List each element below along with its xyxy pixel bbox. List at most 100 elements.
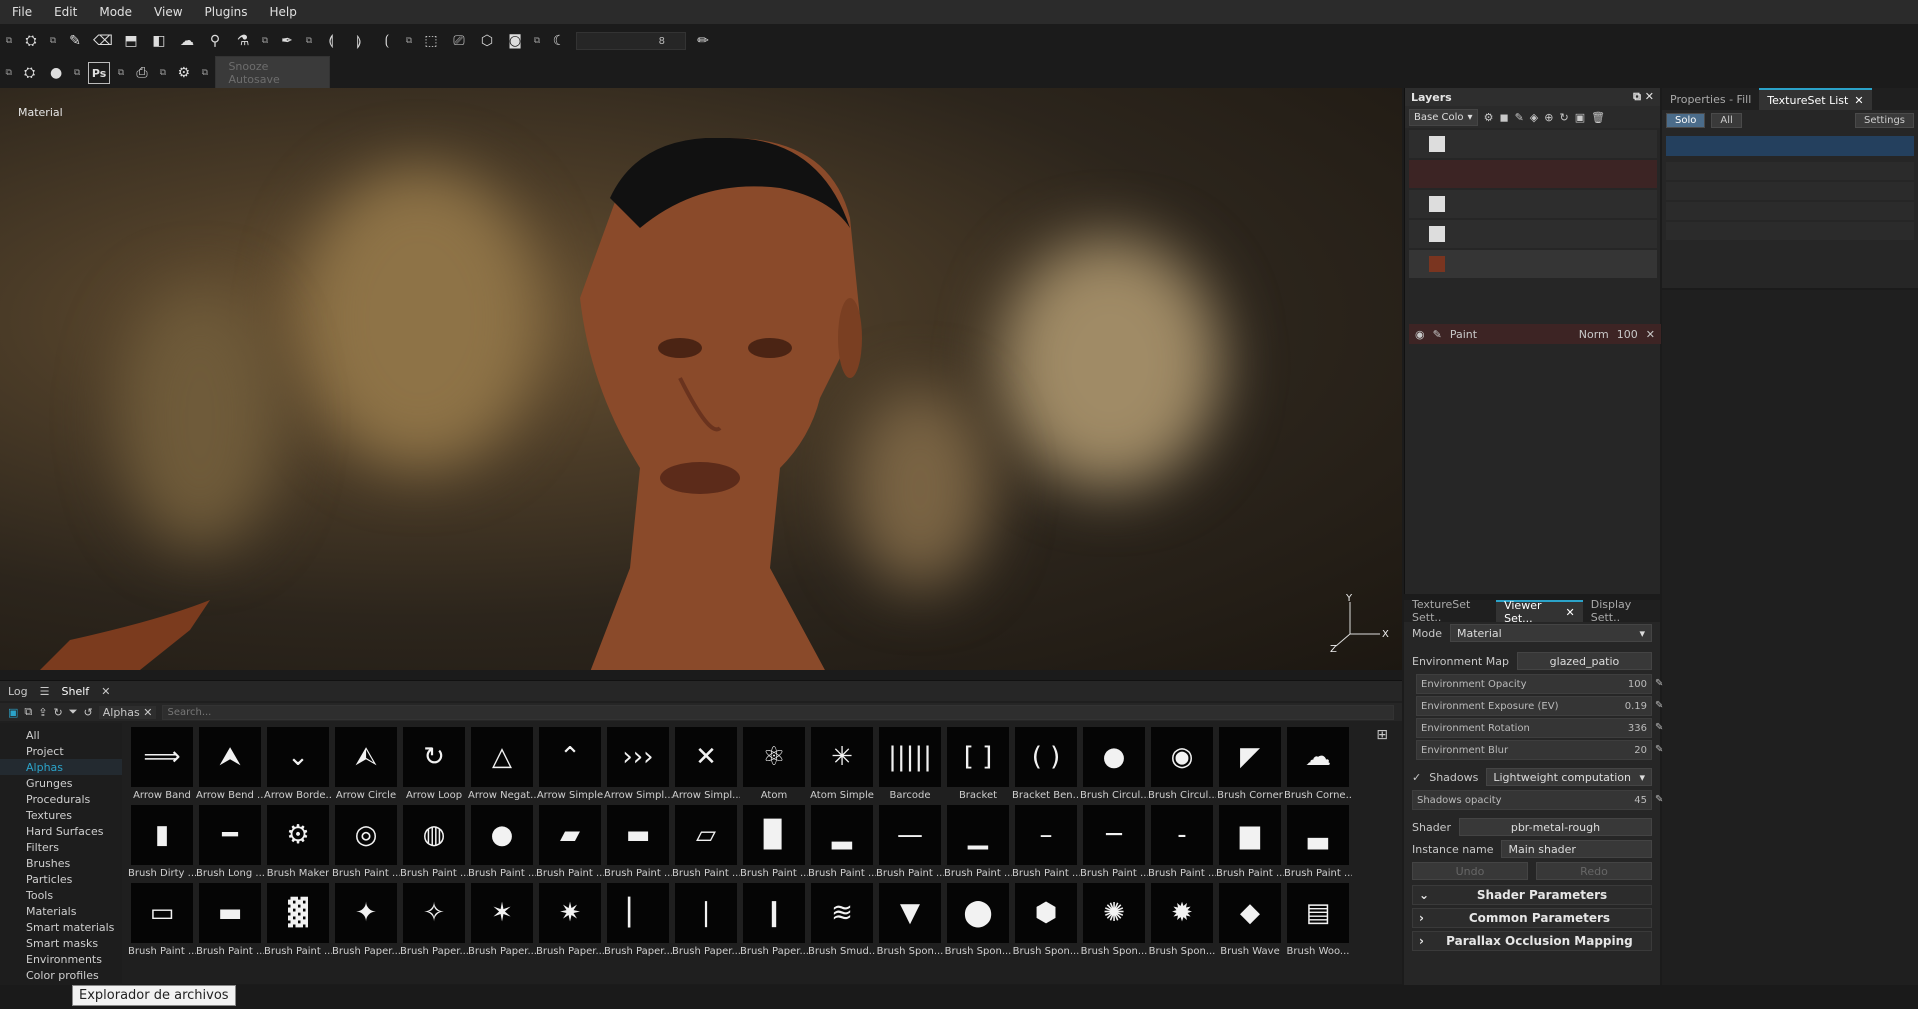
instance-name-field[interactable]: Main shader — [1501, 840, 1652, 858]
shelf-item[interactable]: ◆ Brush Wave — [1216, 883, 1284, 961]
trash-icon[interactable]: 🗑 — [1591, 111, 1605, 124]
add-fill-icon[interactable]: ◈ — [1530, 111, 1538, 124]
category-item[interactable]: Procedurals — [0, 791, 122, 807]
settings-icon[interactable]: ⚙ — [174, 62, 195, 84]
eraser-icon[interactable]: ⌫ — [92, 30, 114, 52]
shelf-item[interactable]: ▰ Brush Paint ... — [536, 805, 604, 883]
checkbox-icon[interactable]: ✓ — [1412, 771, 1421, 784]
shelf-item[interactable]: ❙ Brush Paper... — [740, 883, 808, 961]
tab-textureset-settings[interactable]: TextureSet Sett.. — [1404, 598, 1496, 624]
shelf-item[interactable]: ◤ Brush Corner — [1216, 727, 1284, 805]
cube-icon[interactable]: ⬡ — [476, 30, 498, 52]
shelf-item[interactable]: ⌄ Arrow Borde... — [264, 727, 332, 805]
menu-plugins[interactable]: Plugins — [205, 5, 248, 19]
material-picker-icon[interactable]: ⚗ — [232, 30, 254, 52]
filter-icon[interactable]: ⏷ — [69, 705, 78, 719]
layer-row[interactable] — [1409, 160, 1657, 188]
add-paint-icon[interactable]: ✎ — [1515, 111, 1524, 124]
all-button[interactable]: All — [1711, 112, 1742, 128]
tab-log[interactable]: Log — [8, 685, 28, 698]
category-item[interactable]: Tools — [0, 887, 122, 903]
symmetry-axis-icon[interactable]: ⟮ — [376, 30, 398, 52]
refresh-icon[interactable]: ↻ — [53, 706, 62, 719]
logo-icon[interactable]: ⛭ — [20, 30, 42, 52]
expand-icon[interactable]: ⧉ — [404, 30, 414, 52]
paint-brush-icon[interactable]: ✎ — [64, 30, 86, 52]
add-layer-icon[interactable]: ⊕ — [1544, 111, 1553, 124]
env-map-selector[interactable]: glazed_patio — [1516, 652, 1652, 670]
shelf-item[interactable]: ▓ Brush Paint ... — [264, 883, 332, 961]
shelf-item[interactable]: ◉ Brush Circul... — [1148, 727, 1216, 805]
refresh-icon[interactable]: ↻ — [1559, 111, 1568, 124]
sphere-icon[interactable]: ● — [46, 62, 67, 84]
menu-help[interactable]: Help — [270, 5, 297, 19]
shelf-item[interactable]: ▂ Brush Paint ... — [808, 805, 876, 883]
reset-icon[interactable]: ↺ — [84, 706, 93, 719]
shelf-item[interactable]: ✕ Arrow Simpl... — [672, 727, 740, 805]
shelf-item[interactable]: ↻ Arrow Loop — [400, 727, 468, 805]
pencil-icon[interactable]: ✎ — [1655, 678, 1667, 690]
env-rotation-slider[interactable]: Environment Rotation 336 ✎ — [1416, 718, 1663, 738]
shelf-item[interactable]: ▁ Brush Paint ... — [944, 805, 1012, 883]
pencil-icon[interactable]: ✎ — [1655, 722, 1667, 734]
shelf-item[interactable]: ▃ Brush Paint ... — [1284, 805, 1352, 883]
env-exposure-slider[interactable]: Environment Exposure (EV) 0.19 ✎ — [1416, 696, 1663, 716]
shelf-item[interactable]: ▏ Brush Paper... — [604, 883, 672, 961]
close-icon[interactable]: ✕ — [101, 685, 110, 698]
popout-icon[interactable]: ⧉ — [1633, 90, 1641, 103]
shelf-item[interactable]: ✹ Brush Spon... — [1148, 883, 1216, 961]
import-icon[interactable]: ⇪ — [38, 706, 47, 719]
expand-icon[interactable]: ⧉ — [116, 62, 125, 84]
screenshot-icon[interactable]: ◙ — [504, 30, 526, 52]
shelf-item[interactable]: ▆ Brush Paint ... — [1216, 805, 1284, 883]
pencil-icon[interactable]: ✎ — [1655, 794, 1667, 806]
shelf-item[interactable]: ◎ Brush Paint ... — [332, 805, 400, 883]
shadows-mode-dropdown[interactable]: Lightweight computation ▾ — [1486, 768, 1652, 786]
layer-row[interactable] — [1409, 250, 1657, 278]
visibility-icon[interactable]: ◉ — [1415, 328, 1425, 341]
shelf-item[interactable]: ✳ Atom Simple — [808, 727, 876, 805]
category-item[interactable]: Color profiles — [0, 967, 122, 983]
close-icon[interactable]: ✕ — [1645, 90, 1654, 103]
pencil-icon[interactable]: ✎ — [1655, 744, 1667, 756]
category-item[interactable]: Filters — [0, 839, 122, 855]
shelf-item[interactable]: ✧ Brush Paper... — [400, 883, 468, 961]
category-item[interactable]: Smart materials — [0, 919, 122, 935]
expand-icon[interactable]: ⧉ — [4, 62, 13, 84]
category-item[interactable]: Textures — [0, 807, 122, 823]
expand-icon[interactable]: ⧉ — [200, 62, 209, 84]
shelf-item[interactable]: ━ Brush Long ... — [196, 805, 264, 883]
grid-view-icon[interactable]: ⊞ — [1376, 727, 1388, 743]
menu-file[interactable]: File — [12, 5, 32, 19]
tab-display-settings[interactable]: Display Sett.. — [1583, 598, 1660, 624]
shelf-item[interactable]: ⚛ Atom — [740, 727, 808, 805]
symmetry-icon[interactable]: ⟬ — [320, 30, 342, 52]
tab-properties-fill[interactable]: Properties - Fill — [1662, 88, 1759, 110]
close-icon[interactable]: ✕ — [1566, 606, 1575, 619]
textureset-row[interactable] — [1666, 162, 1914, 180]
shelf-item[interactable]: ❘ Brush Paper... — [672, 883, 740, 961]
shelf-item[interactable]: ✷ Brush Paper... — [536, 883, 604, 961]
substance-icon[interactable]: ⛭ — [19, 62, 40, 84]
shelf-item[interactable]: ▬ Brush Paint ... — [196, 883, 264, 961]
solo-button[interactable]: Solo — [1666, 112, 1706, 128]
shelf-item[interactable]: ⌃ Arrow Simple — [536, 727, 604, 805]
category-item[interactable]: Materials — [0, 903, 122, 919]
paint-layer-row[interactable]: ◉ ✎ Paint Norm 100 ✕ — [1409, 324, 1661, 344]
brush-size-slider[interactable]: 8 — [576, 32, 686, 50]
menu-edit[interactable]: Edit — [54, 5, 77, 19]
search-input[interactable]: Search... — [162, 704, 1394, 720]
env-blur-slider[interactable]: Environment Blur 20 ✎ — [1416, 740, 1663, 760]
add-mask-icon[interactable]: ◼ — [1499, 111, 1508, 124]
shelf-item[interactable]: ( ) Bracket Ben... — [1012, 727, 1080, 805]
textureset-row[interactable] — [1666, 136, 1914, 156]
shelf-item[interactable]: ⮝ Arrow Bend ... — [196, 727, 264, 805]
parallax-section[interactable]: › Parallax Occlusion Mapping — [1412, 931, 1652, 951]
shelf-item[interactable]: ||||| Barcode — [876, 727, 944, 805]
close-icon[interactable]: ✕ — [1854, 94, 1863, 107]
expand-icon[interactable]: ⧉ — [72, 62, 81, 84]
category-item[interactable]: Project — [0, 743, 122, 759]
add-effect-icon[interactable]: ⚙ — [1484, 111, 1494, 124]
category-item[interactable]: Brushes — [0, 855, 122, 871]
shelf-item[interactable]: ⬤ Brush Spon... — [944, 883, 1012, 961]
